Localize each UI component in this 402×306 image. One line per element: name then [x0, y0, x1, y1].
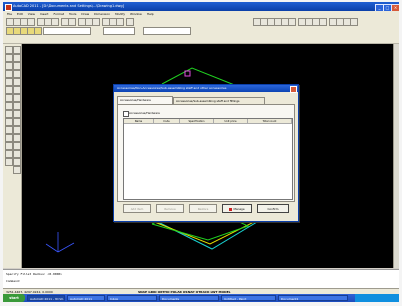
- redo-icon[interactable]: [68, 18, 76, 26]
- spline-icon[interactable]: [5, 94, 13, 102]
- make-block-icon[interactable]: [5, 118, 13, 126]
- menu-format[interactable]: Format: [53, 12, 64, 16]
- line-icon[interactable]: [5, 46, 13, 54]
- mtext-icon[interactable]: [5, 158, 13, 166]
- copy-object-icon[interactable]: [13, 54, 21, 62]
- print-icon[interactable]: [27, 18, 35, 26]
- stretch-icon[interactable]: [13, 110, 21, 118]
- layer-manager-icon[interactable]: [34, 27, 42, 35]
- paste-icon[interactable]: [51, 18, 59, 26]
- array-icon[interactable]: [13, 78, 21, 86]
- join-icon[interactable]: [13, 142, 21, 150]
- tab-sub-assembling[interactable]: Accessories/Sub-assembling staff and fit…: [173, 97, 265, 104]
- taskbar-item-5[interactable]: Untitled - Paint: [221, 295, 276, 301]
- ucs-axis-y: [45, 243, 59, 253]
- autocad-window: AutoCAD 2011 - [D:\Documents and Setting…: [3, 2, 399, 302]
- column-header-name[interactable]: Name: [124, 119, 154, 124]
- command-line[interactable]: Specify Fillet Radius: <0.0000> Command:: [3, 269, 399, 288]
- vertical-scrollbar[interactable]: [393, 44, 399, 268]
- title-bar: AutoCAD 2011 - [D:\Documents and Setting…: [3, 2, 399, 12]
- window-title: AutoCAD 2011 - [D:\Documents and Setting…: [13, 4, 124, 8]
- color-dropdown[interactable]: [103, 27, 135, 35]
- windows-taskbar: start AutoCAD 2011 - [D:\D... AutoCAD 20…: [3, 294, 399, 302]
- menu-view[interactable]: View: [28, 12, 35, 16]
- insert-block-icon[interactable]: [5, 110, 13, 118]
- ellipse-icon[interactable]: [5, 102, 13, 110]
- extend-icon[interactable]: [13, 126, 21, 134]
- taskbar-item-4[interactable]: Documents: [159, 295, 219, 301]
- circle-icon[interactable]: [5, 86, 13, 94]
- confirm-button[interactable]: Confirm: [257, 204, 289, 213]
- scale-icon[interactable]: [13, 102, 21, 110]
- linetype-dropdown[interactable]: [143, 27, 191, 35]
- move-icon[interactable]: [13, 86, 21, 94]
- trim-icon[interactable]: [13, 118, 21, 126]
- tab-panel: Accessories/Hardware Name Code Specifica…: [117, 104, 295, 202]
- arc-icon[interactable]: [5, 78, 13, 86]
- manage-button[interactable]: Manage: [222, 204, 252, 213]
- fillet-icon[interactable]: [13, 158, 21, 166]
- menu-tools[interactable]: Tools: [69, 12, 76, 16]
- column-header-total-count[interactable]: Total count: [248, 119, 292, 124]
- menu-edit[interactable]: Edit: [17, 12, 23, 16]
- erase-icon[interactable]: [13, 46, 21, 54]
- help-icon[interactable]: [126, 18, 134, 26]
- menu-insert[interactable]: Insert: [40, 12, 49, 16]
- manage-icon: [229, 207, 233, 211]
- menu-modify[interactable]: Modify: [115, 12, 125, 16]
- rectangle-icon[interactable]: [5, 70, 13, 78]
- toolbar-icon-j[interactable]: [319, 18, 327, 26]
- offset-icon[interactable]: [13, 70, 21, 78]
- dialog-close-icon[interactable]: [290, 86, 297, 93]
- draw-toolbar: [3, 44, 22, 268]
- menu-window[interactable]: Window: [130, 12, 142, 16]
- column-header-code[interactable]: Code: [154, 119, 180, 124]
- column-header-specification[interactable]: Specification: [180, 119, 214, 124]
- menu-file[interactable]: File: [7, 12, 12, 16]
- polyline-icon[interactable]: [5, 54, 13, 62]
- accessories-dialog: Accessoires/Non-Accessoires/Sub-assembli…: [113, 84, 299, 222]
- command-prompt[interactable]: Command:: [6, 279, 20, 283]
- ucs-axis-x: [57, 242, 75, 253]
- table-icon[interactable]: [5, 150, 13, 158]
- taskbar-item-6[interactable]: Document1: [278, 295, 348, 301]
- start-button[interactable]: start: [3, 294, 25, 302]
- add-item-button[interactable]: Add item: [123, 204, 151, 213]
- menu-dimension[interactable]: Dimension: [94, 12, 110, 16]
- region-icon[interactable]: [5, 142, 13, 150]
- point-icon[interactable]: [5, 126, 13, 134]
- polygon-icon[interactable]: [5, 62, 13, 70]
- draw-order-toolbar: [3, 35, 399, 44]
- dialog-title: Accessoires/Non-Accessoires/Sub-assembli…: [114, 85, 298, 92]
- manage-button-label: Manage: [233, 207, 245, 211]
- explode-icon[interactable]: [13, 166, 21, 174]
- tool-palettes-icon[interactable]: [116, 18, 124, 26]
- command-history: Specify Fillet Radius: <0.0000>: [6, 272, 62, 276]
- zoom-window-icon[interactable]: [92, 18, 100, 26]
- column-header-unit-price[interactable]: Unit price: [214, 119, 248, 124]
- rotate-icon[interactable]: [13, 94, 21, 102]
- taskbar-item-3[interactable]: Inbox: [107, 295, 157, 301]
- break-icon[interactable]: [13, 134, 21, 142]
- app-icon: [5, 4, 12, 11]
- toolbar-icon-f[interactable]: [288, 18, 296, 26]
- items-table[interactable]: Name Code Specification Unit price Total…: [123, 118, 293, 200]
- chamfer-icon[interactable]: [13, 150, 21, 158]
- tab-hardware[interactable]: Accessories/Hardware: [117, 96, 173, 104]
- menu-help[interactable]: Help: [147, 12, 154, 16]
- taskbar-item-1[interactable]: AutoCAD 2011 - [D:\D...: [27, 295, 65, 301]
- hardware-checkbox-label: Accessories/Hardware: [129, 110, 160, 115]
- layer-dropdown[interactable]: [43, 27, 91, 35]
- toolbar-icon-n[interactable]: [350, 18, 358, 26]
- mirror-icon[interactable]: [13, 62, 21, 70]
- system-tray: [355, 294, 399, 302]
- hatch-icon[interactable]: [5, 134, 13, 142]
- menu-draw[interactable]: Draw: [81, 12, 89, 16]
- taskbar-item-2[interactable]: AutoCAD 2011: [67, 295, 105, 301]
- remove-button[interactable]: Remove: [156, 204, 184, 213]
- restore-button[interactable]: Restore: [189, 204, 217, 213]
